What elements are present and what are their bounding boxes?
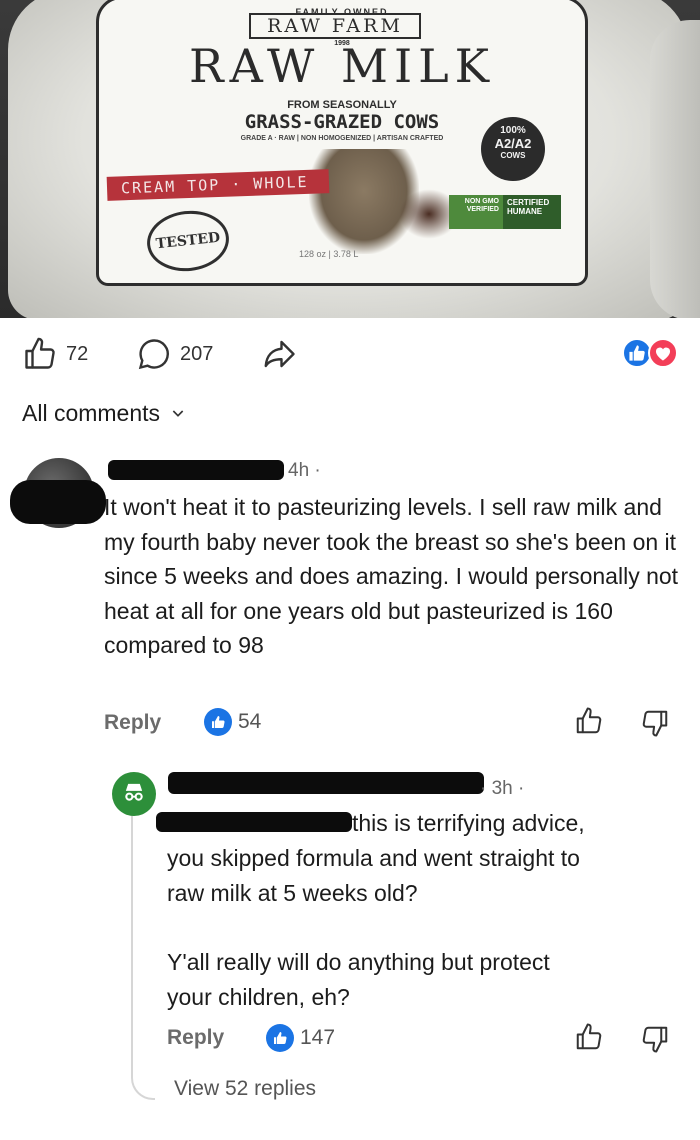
- chevron-down-icon: [170, 400, 186, 427]
- share-button[interactable]: [262, 336, 298, 372]
- thumbs-up-icon: [574, 1023, 604, 1056]
- redaction-scribble: [10, 480, 106, 524]
- upvote-button[interactable]: [574, 706, 604, 741]
- anonymous-avatar[interactable]: [112, 772, 156, 816]
- brand-name: RAW FARM: [249, 13, 421, 39]
- upvote-button[interactable]: [574, 1022, 604, 1057]
- like-count: 72: [66, 342, 89, 365]
- post-image[interactable]: FAMILY OWNED RAW FARM 1998 RAW MILK FROM…: [0, 0, 700, 318]
- a2-percent: 100%: [500, 125, 526, 136]
- thread-line: [131, 815, 155, 1100]
- thumbs-down-icon: [640, 1026, 670, 1058]
- like-button[interactable]: 72: [22, 336, 88, 372]
- comment-count: 207: [180, 342, 214, 365]
- product-title: RAW MILK: [188, 39, 496, 93]
- post-action-bar: 72 207: [0, 330, 700, 374]
- redacted-username: [168, 772, 484, 794]
- comment-timestamp: · 3h ·: [480, 778, 525, 799]
- love-reaction-icon: [648, 338, 678, 368]
- redacted-username: [108, 460, 284, 480]
- upvote-indicator: 147: [266, 1024, 335, 1052]
- comments-sort-dropdown[interactable]: All comments: [22, 400, 186, 427]
- downvote-button[interactable]: [640, 708, 670, 743]
- redacted-mention: [156, 812, 352, 832]
- reply-button[interactable]: Reply: [167, 1026, 224, 1050]
- volume-text: 128 oz | 3.78 L: [299, 249, 359, 259]
- reply-button[interactable]: Reply: [104, 711, 161, 735]
- downvote-button[interactable]: [640, 1024, 670, 1059]
- comment-button[interactable]: 207: [136, 336, 213, 372]
- comment-text-line: you skipped formula and went straight to: [167, 845, 580, 871]
- comment-bubble-icon: [136, 336, 172, 372]
- view-replies-link[interactable]: View 52 replies: [174, 1077, 316, 1101]
- a2-text: A2/A2: [494, 136, 532, 151]
- milk-jug-edge: [650, 20, 700, 318]
- product-label: FAMILY OWNED RAW FARM 1998 RAW MILK FROM…: [96, 0, 588, 286]
- comment-text-line: your children, eh?: [167, 984, 350, 1010]
- incognito-icon: [120, 778, 148, 811]
- thumbs-up-icon: [22, 336, 58, 372]
- comment-text-line: raw milk at 5 weeks old?: [167, 880, 418, 906]
- upvote-count: 54: [238, 710, 262, 733]
- from-line: FROM SEASONALLY: [287, 99, 397, 111]
- non-gmo-badge: NON GMO VERIFIED: [449, 195, 503, 229]
- thumbs-up-icon: [574, 707, 604, 740]
- share-icon: [262, 336, 298, 372]
- comment-text-line: this is terrifying advice,: [352, 810, 585, 836]
- comments-sort-label: All comments: [22, 400, 161, 426]
- upvote-indicator: 54: [204, 708, 261, 736]
- cream-top-banner: CREAM TOP · WHOLE: [106, 169, 330, 201]
- certified-humane-badge: CERTIFIED HUMANE: [503, 195, 561, 229]
- thumbs-up-icon: [266, 1024, 294, 1052]
- thumbs-down-icon: [640, 710, 670, 742]
- a2-badge: 100% A2/A2 COWS: [481, 117, 545, 181]
- upvote-count: 147: [300, 1026, 336, 1049]
- comment-text: It won't heat it to pasteurizing levels.…: [104, 494, 679, 658]
- thumbs-up-icon: [204, 708, 232, 736]
- a2-cows: COWS: [500, 151, 526, 160]
- tested-badge: TESTED: [144, 206, 232, 276]
- reaction-summary[interactable]: [622, 338, 680, 368]
- comment-timestamp: 4h ·: [288, 460, 321, 481]
- comment-text-line: Y'all really will do anything but protec…: [167, 949, 550, 975]
